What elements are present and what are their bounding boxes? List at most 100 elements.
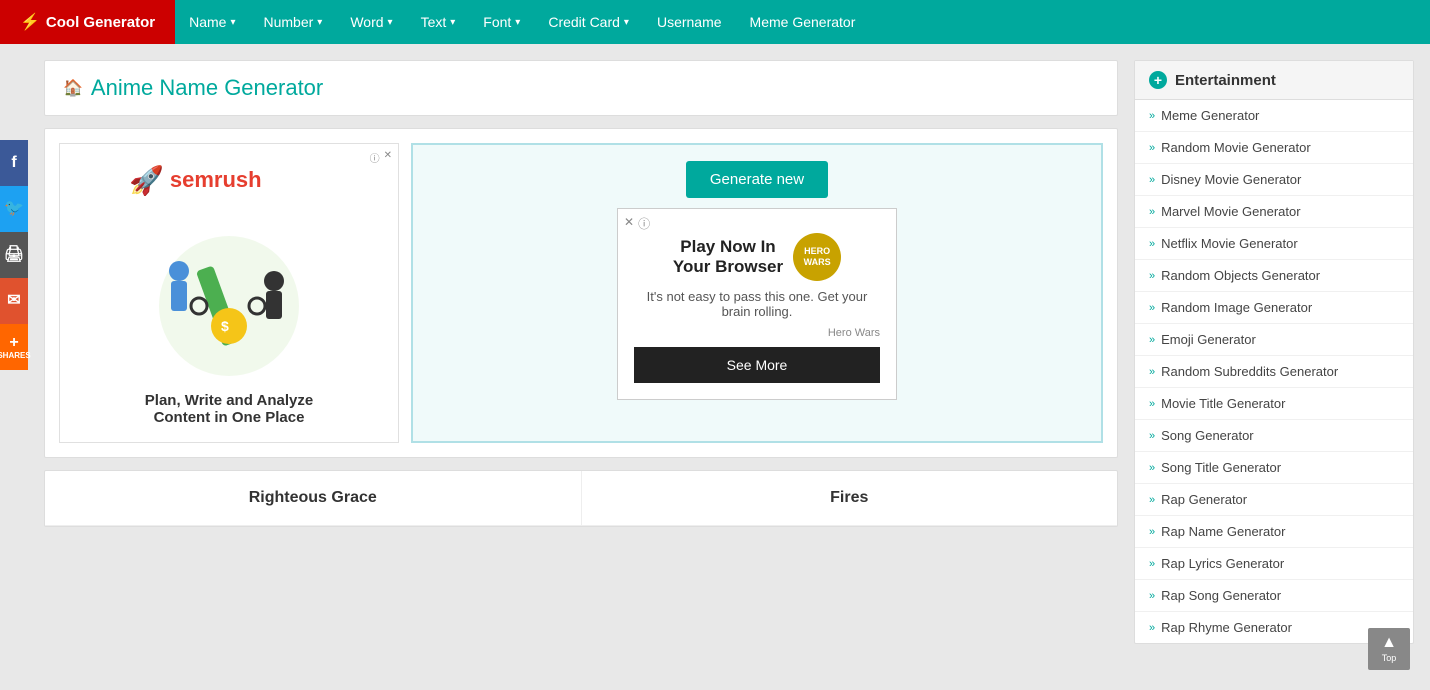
ad-area: ⓘ ✕ 🚀 semrush — [59, 143, 1103, 443]
nav-item-credit-card[interactable]: Credit Card ▾ — [534, 0, 643, 44]
nav-item-text[interactable]: Text ▾ — [407, 0, 470, 44]
list-item: » Disney Movie Generator — [1135, 164, 1413, 196]
sidebar-list: » Meme Generator » Random Movie Generato… — [1135, 100, 1413, 643]
inner-ad-block: ✕ ⓘ Play Now In Your Browser HERO WARS — [617, 208, 897, 400]
sidebar-item-song[interactable]: » Song Generator — [1135, 420, 1413, 451]
lightning-icon: ⚡ — [20, 12, 40, 32]
back-to-top-button[interactable]: ▲ Top — [1368, 628, 1410, 670]
sidebar-item-disney-movie[interactable]: » Disney Movie Generator — [1135, 164, 1413, 195]
left-ad-block: ⓘ ✕ 🚀 semrush — [59, 143, 399, 443]
content-area: 🏠 Anime Name Generator ⓘ ✕ 🚀 semrush — [44, 60, 1118, 644]
inner-ad-line1: Play Now In — [673, 237, 783, 257]
list-item: » Rap Song Generator — [1135, 580, 1413, 612]
list-item: » Emoji Generator — [1135, 324, 1413, 356]
home-icon[interactable]: 🏠 — [63, 78, 83, 98]
ad-close-icon[interactable]: ✕ — [384, 150, 392, 165]
chevron-icon: » — [1149, 462, 1155, 474]
chevron-icon: » — [1149, 270, 1155, 282]
sidebar-item-marvel-movie[interactable]: » Marvel Movie Generator — [1135, 196, 1413, 227]
chevron-icon: » — [1149, 238, 1155, 250]
list-item: » Meme Generator — [1135, 100, 1413, 132]
sidebar-item-rap[interactable]: » Rap Generator — [1135, 484, 1413, 515]
list-item: » Random Image Generator — [1135, 292, 1413, 324]
nav-item-username[interactable]: Username — [643, 0, 736, 44]
sidebar-item-random-image[interactable]: » Random Image Generator — [1135, 292, 1413, 323]
inner-ad-info-icon[interactable]: ⓘ — [638, 215, 650, 232]
chevron-icon: » — [1149, 590, 1155, 602]
chevron-icon: » — [1149, 622, 1155, 634]
chevron-down-icon: ▾ — [450, 17, 455, 28]
list-item: » Movie Title Generator — [1135, 388, 1413, 420]
list-item: » Random Subreddits Generator — [1135, 356, 1413, 388]
chevron-down-icon: ▾ — [230, 17, 235, 28]
chevron-icon: » — [1149, 174, 1155, 186]
results-box: Righteous Grace Fires — [44, 470, 1118, 527]
chevron-down-icon: ▾ — [624, 17, 629, 28]
sidebar-item-song-title[interactable]: » Song Title Generator — [1135, 452, 1413, 483]
hero-badge-text: HERO WARS — [793, 246, 841, 268]
rocket-icon: 🚀 — [129, 164, 164, 197]
chevron-icon: » — [1149, 334, 1155, 346]
twitter-share-button[interactable]: 🐦 — [0, 186, 28, 232]
shares-button[interactable]: + SHARES — [0, 324, 28, 370]
sidebar-item-emoji[interactable]: » Emoji Generator — [1135, 324, 1413, 355]
sidebar-item-rap-name[interactable]: » Rap Name Generator — [1135, 516, 1413, 547]
nav-item-word[interactable]: Word ▾ — [336, 0, 406, 44]
sidebar-item-rap-lyrics[interactable]: » Rap Lyrics Generator — [1135, 548, 1413, 579]
see-more-button[interactable]: See More — [634, 347, 880, 383]
chevron-icon: » — [1149, 206, 1155, 218]
nav-item-meme-generator[interactable]: Meme Generator — [736, 0, 870, 44]
inner-ad-attribution: Hero Wars — [634, 327, 880, 339]
inner-ad-controls: ✕ ⓘ — [624, 215, 650, 232]
inner-ad-body: It's not easy to pass this one. Get your… — [634, 289, 880, 319]
list-item: » Netflix Movie Generator — [1135, 228, 1413, 260]
print-button[interactable]: 🖨 — [0, 232, 28, 278]
chevron-icon: » — [1149, 302, 1155, 314]
brand-label: Cool Generator — [46, 14, 155, 31]
brand-logo[interactable]: ⚡ Cool Generator — [0, 0, 175, 44]
chevron-icon: » — [1149, 366, 1155, 378]
list-item: » Rap Lyrics Generator — [1135, 548, 1413, 580]
nav-item-name[interactable]: Name ▾ — [175, 0, 249, 44]
results-row: Righteous Grace Fires — [45, 471, 1117, 526]
sidebar-item-meme-generator[interactable]: » Meme Generator — [1135, 100, 1413, 131]
ad-info-icon[interactable]: ⓘ — [370, 150, 380, 165]
inner-ad-line2: Your Browser — [673, 257, 783, 277]
chevron-down-icon: ▾ — [388, 17, 393, 28]
sidebar-item-netflix-movie[interactable]: » Netflix Movie Generator — [1135, 228, 1413, 259]
list-item: » Marvel Movie Generator — [1135, 196, 1413, 228]
facebook-icon: f — [11, 155, 16, 171]
chevron-icon: » — [1149, 142, 1155, 154]
sidebar-item-rap-song[interactable]: » Rap Song Generator — [1135, 580, 1413, 611]
ad-info-controls: ⓘ ✕ — [370, 150, 392, 165]
sidebar-item-movie-title[interactable]: » Movie Title Generator — [1135, 388, 1413, 419]
generate-button[interactable]: Generate new — [686, 161, 828, 198]
sidebar-header: + Entertainment — [1135, 61, 1413, 100]
list-item: » Random Objects Generator — [1135, 260, 1413, 292]
nav-item-font[interactable]: Font ▾ — [469, 0, 534, 44]
semrush-logo: 🚀 semrush — [129, 160, 329, 200]
facebook-share-button[interactable]: f — [0, 140, 28, 186]
generator-box: ⓘ ✕ 🚀 semrush — [44, 128, 1118, 458]
chevron-icon: » — [1149, 110, 1155, 122]
top-label: Top — [1382, 653, 1397, 663]
inner-ad-close-icon[interactable]: ✕ — [624, 215, 634, 232]
nav-item-number[interactable]: Number ▾ — [250, 0, 337, 44]
chevron-icon: » — [1149, 494, 1155, 506]
ad-caption: Plan, Write and AnalyzeContent in One Pl… — [145, 392, 313, 426]
print-icon: 🖨 — [4, 247, 24, 263]
svg-text:$: $ — [221, 318, 229, 334]
page-header: 🏠 Anime Name Generator — [44, 60, 1118, 116]
chevron-down-icon: ▾ — [317, 17, 322, 28]
sidebar-item-random-subreddits[interactable]: » Random Subreddits Generator — [1135, 356, 1413, 387]
chevron-icon: » — [1149, 430, 1155, 442]
sidebar-item-random-objects[interactable]: » Random Objects Generator — [1135, 260, 1413, 291]
list-item: » Song Generator — [1135, 420, 1413, 452]
nav-items: Name ▾ Number ▾ Word ▾ Text ▾ Font ▾ Cre… — [175, 0, 869, 44]
email-share-button[interactable]: ✉ — [0, 278, 28, 324]
hero-badge: HERO WARS — [793, 233, 841, 281]
sidebar-item-random-movie[interactable]: » Random Movie Generator — [1135, 132, 1413, 163]
main-layout: 🏠 Anime Name Generator ⓘ ✕ 🚀 semrush — [0, 44, 1430, 660]
top-navigation: ⚡ Cool Generator Name ▾ Number ▾ Word ▾ … — [0, 0, 1430, 44]
social-sidebar: f 🐦 🖨 ✉ + SHARES — [0, 140, 28, 370]
